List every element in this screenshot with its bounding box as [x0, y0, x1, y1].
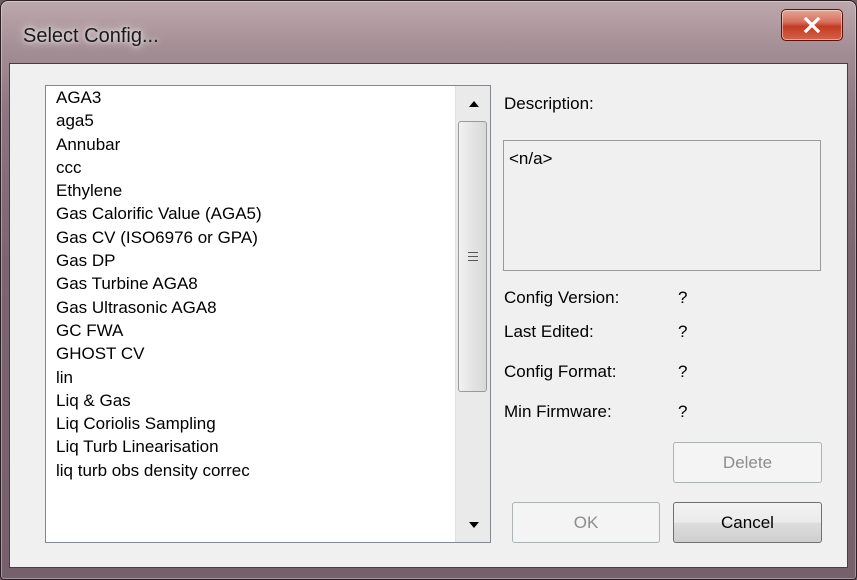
config-list-item[interactable]: AGA3	[46, 86, 455, 109]
config-list-item[interactable]: liq turb obs density correc	[46, 459, 455, 482]
config-list-item[interactable]: Gas DP	[46, 249, 455, 272]
config-version-label: Config Version:	[504, 288, 620, 307]
scroll-up-button[interactable]	[456, 86, 490, 121]
min-firmware-value: ?	[678, 402, 688, 421]
config-format-label: Config Format:	[504, 362, 617, 381]
delete-button[interactable]: Delete	[673, 442, 822, 483]
title-bar[interactable]: Select Config...	[1, 1, 856, 63]
config-format-value: ?	[678, 362, 688, 381]
config-list-item[interactable]: GHOST CV	[46, 342, 455, 365]
config-list-item[interactable]: Liq Coriolis Sampling	[46, 412, 455, 435]
scroll-down-button[interactable]	[456, 507, 490, 542]
description-box: <n/a>	[503, 140, 821, 271]
config-list-item[interactable]: Gas CV (ISO6976 or GPA)	[46, 226, 455, 249]
last-edited-label: Last Edited:	[504, 322, 594, 341]
window-title: Select Config...	[23, 25, 159, 47]
config-list-item[interactable]: Annubar	[46, 133, 455, 156]
close-button[interactable]	[781, 9, 843, 41]
grip-icon	[467, 248, 478, 266]
config-list-item[interactable]: Gas Calorific Value (AGA5)	[46, 202, 455, 225]
config-list-item[interactable]: aga5	[46, 109, 455, 132]
config-list-item[interactable]: Ethylene	[46, 179, 455, 202]
cancel-button[interactable]: Cancel	[673, 502, 822, 543]
scroll-down-arrow-icon	[468, 516, 480, 534]
dialog-client-area: AGA3 aga5 Annubar ccc Ethylene Gas Calorific …	[9, 63, 848, 568]
config-list-item[interactable]: Gas Turbine AGA8	[46, 272, 455, 295]
min-firmware-label: Min Firmware:	[504, 402, 612, 421]
last-edited-value: ?	[678, 322, 688, 341]
description-label: Description:	[504, 94, 594, 113]
scroll-thumb[interactable]	[458, 121, 487, 392]
config-list-item[interactable]: lin	[46, 366, 455, 389]
config-list-item[interactable]: ccc	[46, 156, 455, 179]
ok-button[interactable]: OK	[512, 502, 660, 543]
config-list-item[interactable]: Liq & Gas	[46, 389, 455, 412]
config-listbox[interactable]: AGA3 aga5 Annubar ccc Ethylene Gas Calorific …	[45, 85, 491, 543]
description-value: <n/a>	[509, 149, 553, 168]
select-config-dialog: Select Config... AGA3 aga5 Annubar ccc Ethyl…	[0, 0, 857, 580]
config-list-item[interactable]: GC FWA	[46, 319, 455, 342]
config-list-items: AGA3 aga5 Annubar ccc Ethylene Gas Calorific …	[46, 86, 455, 542]
config-list-item[interactable]: Liq Turb Linearisation	[46, 435, 455, 458]
close-icon	[803, 17, 821, 33]
scroll-up-arrow-icon	[468, 95, 480, 113]
config-list-item[interactable]: Gas Ultrasonic AGA8	[46, 296, 455, 319]
config-version-value: ?	[678, 288, 688, 307]
list-scrollbar[interactable]	[455, 86, 490, 542]
